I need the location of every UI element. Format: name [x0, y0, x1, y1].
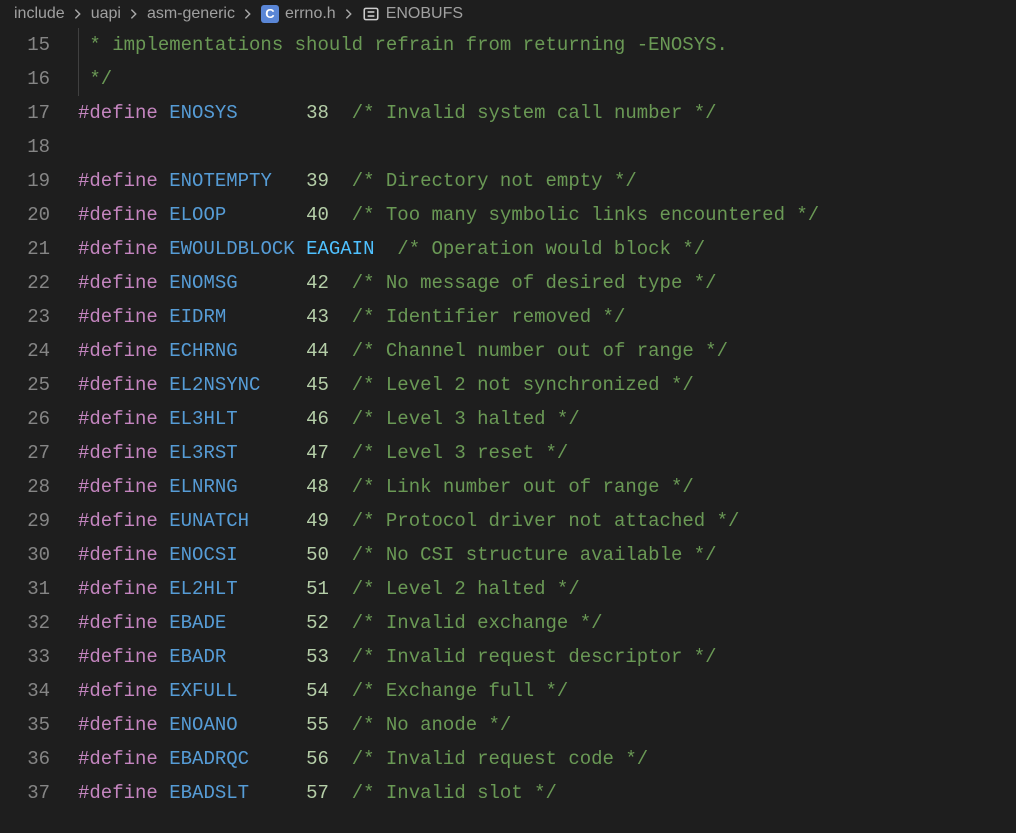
- line-number: 15: [0, 28, 50, 62]
- code-line[interactable]: #define EIDRM 43 /* Identifier removed *…: [78, 300, 1016, 334]
- line-number: 37: [0, 776, 50, 810]
- chevron-right-icon: [342, 7, 356, 21]
- code-line[interactable]: #define EXFULL 54 /* Exchange full */: [78, 674, 1016, 708]
- line-number: 16: [0, 62, 50, 96]
- code-line[interactable]: #define ENOTEMPTY 39 /* Directory not em…: [78, 164, 1016, 198]
- line-number: 33: [0, 640, 50, 674]
- line-number: 25: [0, 368, 50, 402]
- code-line[interactable]: #define ELNRNG 48 /* Link number out of …: [78, 470, 1016, 504]
- line-number: 30: [0, 538, 50, 572]
- code-line[interactable]: #define EBADR 53 /* Invalid request desc…: [78, 640, 1016, 674]
- line-number: 32: [0, 606, 50, 640]
- symbol-constant-icon: [362, 5, 380, 23]
- code-line[interactable]: #define EUNATCH 49 /* Protocol driver no…: [78, 504, 1016, 538]
- code-line[interactable]: #define ENOMSG 42 /* No message of desir…: [78, 266, 1016, 300]
- line-number: 26: [0, 402, 50, 436]
- line-number: 17: [0, 96, 50, 130]
- line-number: 27: [0, 436, 50, 470]
- breadcrumb: include uapi asm-generic C errno.h ENOBU…: [0, 0, 1016, 28]
- c-file-icon: C: [261, 5, 279, 23]
- code-line[interactable]: #define EWOULDBLOCK EAGAIN /* Operation …: [78, 232, 1016, 266]
- code-line[interactable]: #define EL2NSYNC 45 /* Level 2 not synch…: [78, 368, 1016, 402]
- code-line[interactable]: #define EL3RST 47 /* Level 3 reset */: [78, 436, 1016, 470]
- breadcrumb-item-file[interactable]: C errno.h: [261, 5, 336, 23]
- code-line[interactable]: #define ENOSYS 38 /* Invalid system call…: [78, 96, 1016, 130]
- breadcrumb-item-include[interactable]: include: [14, 5, 65, 23]
- code-line[interactable]: #define EL3HLT 46 /* Level 3 halted */: [78, 402, 1016, 436]
- code-line[interactable]: #define EBADRQC 56 /* Invalid request co…: [78, 742, 1016, 776]
- code-editor[interactable]: 1516171819202122232425262728293031323334…: [0, 28, 1016, 833]
- code-line[interactable]: #define ELOOP 40 /* Too many symbolic li…: [78, 198, 1016, 232]
- code-line[interactable]: #define ECHRNG 44 /* Channel number out …: [78, 334, 1016, 368]
- code-line[interactable]: * implementations should refrain from re…: [78, 28, 1016, 62]
- line-number: 29: [0, 504, 50, 538]
- breadcrumb-item-uapi[interactable]: uapi: [91, 5, 121, 23]
- breadcrumb-label: include: [14, 5, 65, 23]
- code-line[interactable]: #define EL2HLT 51 /* Level 2 halted */: [78, 572, 1016, 606]
- breadcrumb-label: ENOBUFS: [386, 5, 463, 23]
- line-number: 20: [0, 198, 50, 232]
- chevron-right-icon: [127, 7, 141, 21]
- breadcrumb-item-asm-generic[interactable]: asm-generic: [147, 5, 235, 23]
- line-number: 18: [0, 130, 50, 164]
- code-line[interactable]: #define ENOCSI 50 /* No CSI structure av…: [78, 538, 1016, 572]
- code-line[interactable]: #define EBADE 52 /* Invalid exchange */: [78, 606, 1016, 640]
- line-number: 31: [0, 572, 50, 606]
- code-line[interactable]: #define EBADSLT 57 /* Invalid slot */: [78, 776, 1016, 810]
- line-number: 28: [0, 470, 50, 504]
- code-content[interactable]: * implementations should refrain from re…: [78, 28, 1016, 833]
- line-number: 19: [0, 164, 50, 198]
- breadcrumb-label: uapi: [91, 5, 121, 23]
- line-number: 23: [0, 300, 50, 334]
- chevron-right-icon: [71, 7, 85, 21]
- breadcrumb-label: asm-generic: [147, 5, 235, 23]
- line-number-gutter: 1516171819202122232425262728293031323334…: [0, 28, 78, 833]
- line-number: 21: [0, 232, 50, 266]
- code-line[interactable]: */: [78, 62, 1016, 96]
- line-number: 34: [0, 674, 50, 708]
- code-line[interactable]: [78, 130, 1016, 164]
- code-line[interactable]: #define ENOANO 55 /* No anode */: [78, 708, 1016, 742]
- chevron-right-icon: [241, 7, 255, 21]
- line-number: 35: [0, 708, 50, 742]
- breadcrumb-item-symbol[interactable]: ENOBUFS: [362, 5, 463, 23]
- line-number: 36: [0, 742, 50, 776]
- line-number: 22: [0, 266, 50, 300]
- breadcrumb-label: errno.h: [285, 5, 336, 23]
- line-number: 24: [0, 334, 50, 368]
